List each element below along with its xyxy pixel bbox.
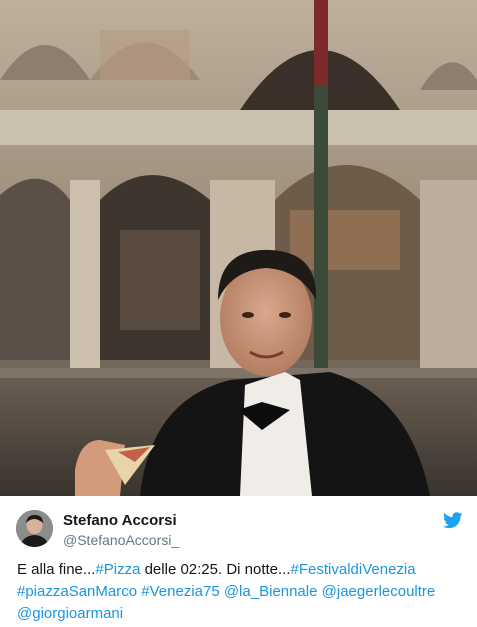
- tweet-body: Stefano Accorsi @StefanoAccorsi_ E alla …: [0, 496, 477, 627]
- tweet-text-segment: delle 02:25. Di notte...: [140, 561, 291, 578]
- author-info: Stefano Accorsi @StefanoAccorsi_: [63, 512, 179, 549]
- author-avatar[interactable]: [16, 510, 53, 547]
- hashtag-pizza[interactable]: #Pizza: [95, 561, 140, 578]
- twitter-bird-icon[interactable]: [443, 512, 463, 529]
- mention-giorgioarmani[interactable]: @giorgioarmani: [17, 605, 123, 622]
- avatar-image: [16, 510, 53, 547]
- tweet-text-segment: E alla fine...: [17, 561, 96, 578]
- author-name[interactable]: Stefano Accorsi: [63, 512, 179, 530]
- tweet-text: E alla fine...#Pizza delle 02:25. Di not…: [17, 559, 467, 625]
- hashtag-piazzasanmarco[interactable]: #piazzaSanMarco: [17, 583, 137, 600]
- tweet-photo[interactable]: [0, 0, 477, 496]
- mention-jaegerlecoultre[interactable]: @jaegerlecoultre: [322, 583, 436, 600]
- hashtag-festivaldivenezia[interactable]: #FestivaldiVenezia: [291, 561, 416, 578]
- mention-la-biennale[interactable]: @la_Biennale: [224, 583, 318, 600]
- hashtag-venezia75[interactable]: #Venezia75: [141, 583, 219, 600]
- author-handle[interactable]: @StefanoAccorsi_: [63, 531, 179, 549]
- tweet-card: Stefano Accorsi @StefanoAccorsi_ E alla …: [0, 0, 477, 627]
- photo-illustration: [0, 0, 477, 496]
